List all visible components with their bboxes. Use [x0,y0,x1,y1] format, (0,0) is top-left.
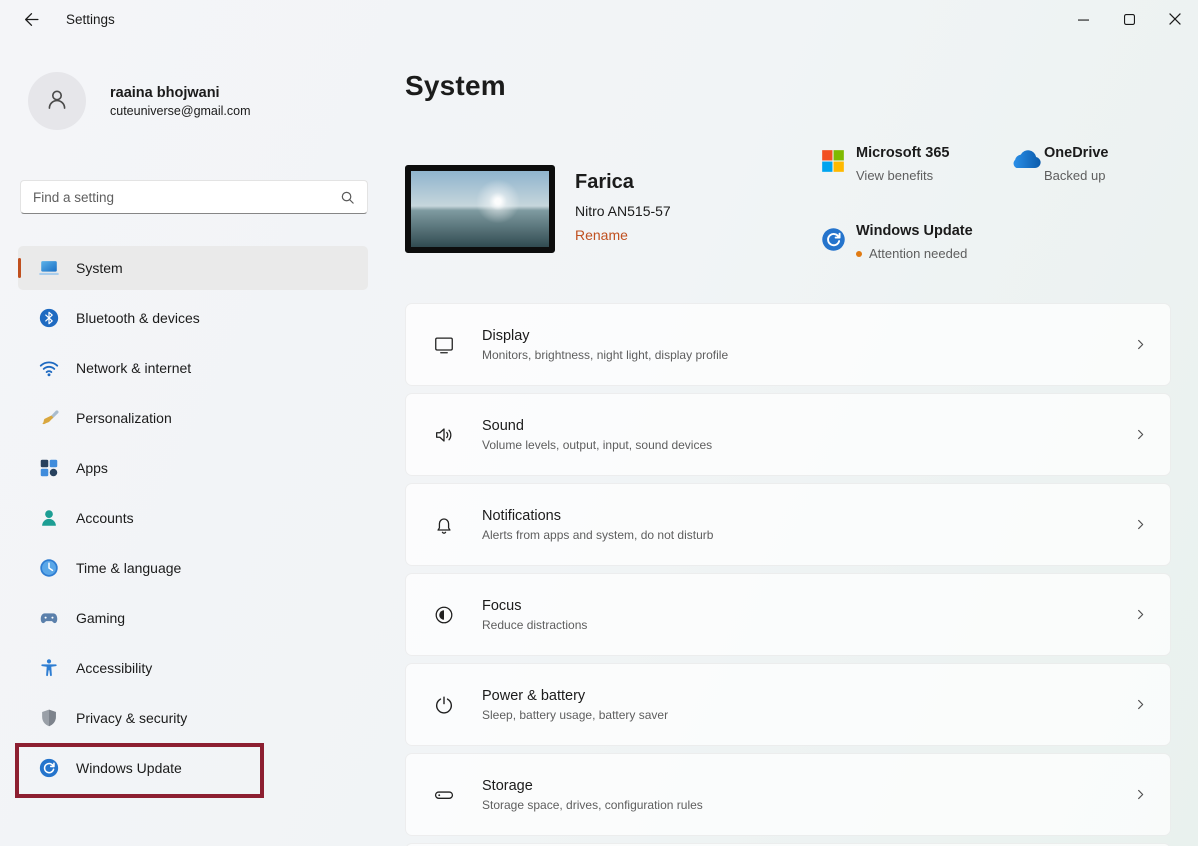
windows-update-icon [820,223,856,261]
maximize-button[interactable] [1106,0,1152,40]
wifi-icon [38,357,60,379]
settings-row-focus[interactable]: Focus Reduce distractions [405,573,1171,656]
focus-icon [406,604,482,626]
page-title: System [405,70,506,102]
chevron-right-icon [1133,517,1148,532]
accessibility-icon [38,657,60,679]
sidebar-item-network-internet[interactable]: Network & internet [18,346,368,390]
chevron-right-icon [1133,787,1148,802]
chevron-right-icon [1133,337,1148,352]
sidebar-nav: System Bluetooth & devices Network & int… [18,246,368,796]
storage-icon [406,784,482,806]
window-title: Settings [66,12,115,27]
view-benefits-link[interactable]: View benefits [856,168,949,183]
bluetooth-icon [38,307,60,329]
settings-window: Settings raaina bhojwani cuteuniverse@gm… [0,0,1198,846]
settings-row-storage[interactable]: Storage Storage space, drives, configura… [405,753,1171,836]
sidebar-item-label: Windows Update [76,760,182,776]
sidebar-item-label: Privacy & security [76,710,187,726]
accounts-icon [38,507,60,529]
settings-row-sound[interactable]: Sound Volume levels, output, input, soun… [405,393,1171,476]
update-status: Attention needed [856,246,973,261]
device-model: Nitro AN515-57 [575,203,671,219]
sidebar-item-label: Gaming [76,610,125,626]
settings-row-power-battery[interactable]: Power & battery Sleep, battery usage, ba… [405,663,1171,746]
power-icon [406,694,482,716]
apps-icon [38,457,60,479]
onedrive-card[interactable]: OneDrive Backed up [1008,145,1108,183]
chevron-right-icon [1133,697,1148,712]
settings-row-display[interactable]: Display Monitors, brightness, night ligh… [405,303,1171,386]
ms365-title: Microsoft 365 [856,145,949,161]
search-icon [340,190,355,205]
sidebar-item-accounts[interactable]: Accounts [18,496,368,540]
sidebar-item-label: Accounts [76,510,134,526]
microsoft-logo-icon [820,145,856,183]
sidebar-item-personalization[interactable]: Personalization [18,396,368,440]
onedrive-title: OneDrive [1044,145,1108,161]
settings-row-notifications[interactable]: Notifications Alerts from apps and syste… [405,483,1171,566]
chevron-right-icon [1133,427,1148,442]
sidebar-item-accessibility[interactable]: Accessibility [18,646,368,690]
rename-link[interactable]: Rename [575,227,628,243]
sidebar-item-privacy-security[interactable]: Privacy & security [18,696,368,740]
sidebar-item-label: Personalization [76,410,172,426]
onedrive-status: Backed up [1044,168,1108,183]
titlebar: Settings [0,0,1198,40]
sidebar-item-bluetooth-devices[interactable]: Bluetooth & devices [18,296,368,340]
search-input[interactable] [21,190,340,205]
sidebar-item-gaming[interactable]: Gaming [18,596,368,640]
back-button[interactable] [14,7,48,35]
user-name: raaina bhojwani [110,85,251,101]
gamepad-icon [38,607,60,629]
device-thumbnail [405,165,555,253]
sidebar-item-windows-update[interactable]: Windows Update [18,746,368,790]
settings-list: Display Monitors, brightness, night ligh… [405,303,1171,846]
bell-icon [406,514,482,536]
user-profile[interactable]: raaina bhojwani cuteuniverse@gmail.com [28,72,251,130]
windows-update-icon [38,757,60,779]
minimize-button[interactable] [1060,0,1106,40]
user-email: cuteuniverse@gmail.com [110,104,251,118]
person-icon [43,85,71,118]
sidebar-item-label: Apps [76,460,108,476]
sidebar-item-apps[interactable]: Apps [18,446,368,490]
close-icon [1169,13,1181,28]
back-arrow-icon [23,11,40,31]
avatar [28,72,86,130]
minimize-icon [1078,13,1089,28]
system-icon [38,257,60,279]
sound-icon [406,424,482,446]
clock-icon [38,557,60,579]
device-info: Farica Nitro AN515-57 Rename [405,165,671,253]
chevron-right-icon [1133,607,1148,622]
attention-dot [856,251,862,257]
close-button[interactable] [1152,0,1198,40]
sidebar-item-label: Network & internet [76,360,191,376]
windows-update-card[interactable]: Windows Update Attention needed [820,223,973,261]
sidebar-item-time-language[interactable]: Time & language [18,546,368,590]
sidebar-item-label: Accessibility [76,660,152,676]
maximize-icon [1124,13,1135,28]
display-icon [406,334,482,356]
sidebar-item-label: Time & language [76,560,181,576]
sidebar-item-label: Bluetooth & devices [76,310,200,326]
sidebar-item-label: System [76,260,123,276]
device-name: Farica [575,171,671,194]
selection-indicator [18,258,21,278]
shield-icon [38,707,60,729]
search-box [20,180,368,214]
onedrive-cloud-icon [1008,145,1044,183]
brush-icon [38,407,60,429]
update-title: Windows Update [856,223,973,239]
microsoft-365-card[interactable]: Microsoft 365 View benefits [820,145,949,183]
sidebar-item-system[interactable]: System [18,246,368,290]
